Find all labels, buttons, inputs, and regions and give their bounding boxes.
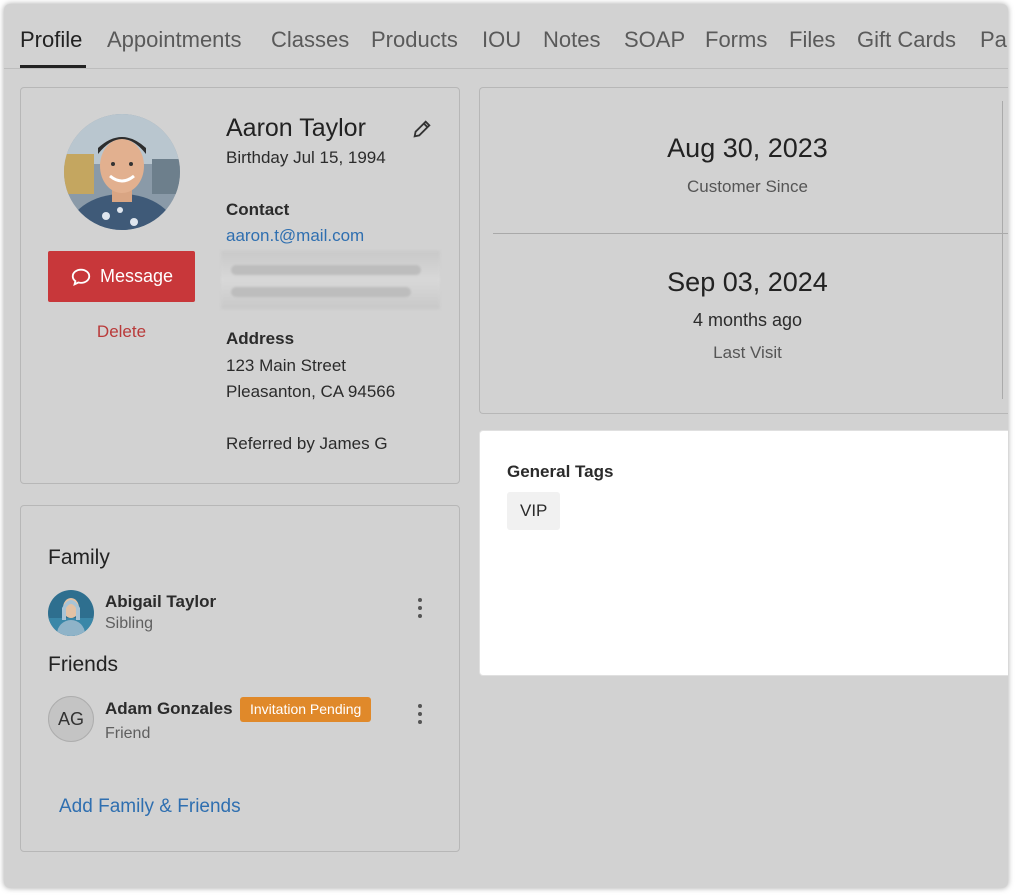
family-member-name[interactable]: Abigail Taylor <box>105 592 216 612</box>
birthday: Birthday Jul 15, 1994 <box>226 148 386 167</box>
profile-avatar <box>64 114 180 230</box>
tab-profile[interactable]: Profile <box>20 26 82 54</box>
tab-bar: Profile Appointments Classes Products IO… <box>4 4 1008 69</box>
last-visit-label: Last Visit <box>713 343 782 362</box>
redacted-phone-numbers <box>221 251 440 309</box>
chat-bubble-icon <box>71 268 91 286</box>
last-visit-relative: 4 months ago <box>692 310 803 330</box>
address-line-1: 123 Main Street <box>226 356 347 375</box>
tab-notes[interactable]: Notes <box>543 26 600 54</box>
profile-card: Message Delete Aaron Taylor Birthday Jul… <box>20 87 460 484</box>
divider <box>493 233 1008 234</box>
family-title: Family <box>48 546 110 569</box>
tab-files[interactable]: Files <box>789 26 835 54</box>
avatar[interactable]: AG <box>48 696 94 742</box>
divider <box>1002 101 1003 399</box>
add-family-friends-link[interactable]: Add Family & Friends <box>59 796 241 818</box>
tab-products[interactable]: Products <box>371 26 458 54</box>
customer-since-date: Aug 30, 2023 <box>667 133 828 163</box>
tab-iou[interactable]: IOU <box>482 26 521 54</box>
more-options-icon[interactable] <box>414 704 426 728</box>
tab-classes[interactable]: Classes <box>271 26 349 54</box>
pencil-icon[interactable] <box>411 118 433 140</box>
customer-since-label: Customer Since <box>687 177 808 196</box>
message-button-label: Message <box>99 266 174 286</box>
email-link[interactable]: aaron.t@mail.com <box>226 226 364 246</box>
family-friends-card: Family Abigail Taylor Sibling Friends AG… <box>20 505 460 852</box>
visit-dates-card: Aug 30, 2023 Customer Since Sep 03, 2024… <box>479 87 1008 414</box>
tags-title: General Tags <box>507 462 614 481</box>
address-label: Address <box>226 329 295 348</box>
friend-name[interactable]: Adam Gonzales <box>105 699 233 719</box>
client-profile-window: Profile Appointments Classes Products IO… <box>4 4 1008 888</box>
avatar[interactable] <box>48 590 94 636</box>
friend-relation: Friend <box>105 725 151 742</box>
contact-label: Contact <box>226 200 290 219</box>
family-member-relation: Sibling <box>105 615 154 632</box>
status-badge: Invitation Pending <box>240 697 372 722</box>
tag-vip[interactable]: VIP <box>507 492 561 530</box>
last-visit-date: Sep 03, 2024 <box>667 267 828 297</box>
referred-by: Referred by James G <box>226 434 388 453</box>
friends-title: Friends <box>48 653 119 676</box>
message-button[interactable]: Message <box>48 251 195 302</box>
more-options-icon[interactable] <box>414 598 426 622</box>
client-name: Aaron Taylor <box>226 114 366 142</box>
address-line-2: Pleasanton, CA 94566 <box>226 382 396 401</box>
tab-forms[interactable]: Forms <box>705 26 767 54</box>
tab-packages[interactable]: Pa <box>980 26 1007 54</box>
delete-link[interactable]: Delete <box>21 322 222 342</box>
general-tags-card: General Tags VIP <box>479 430 1008 676</box>
tab-soap[interactable]: SOAP <box>624 26 685 54</box>
tab-gift-cards[interactable]: Gift Cards <box>857 26 956 54</box>
tab-appointments[interactable]: Appointments <box>107 26 242 54</box>
active-tab-indicator <box>20 65 86 68</box>
